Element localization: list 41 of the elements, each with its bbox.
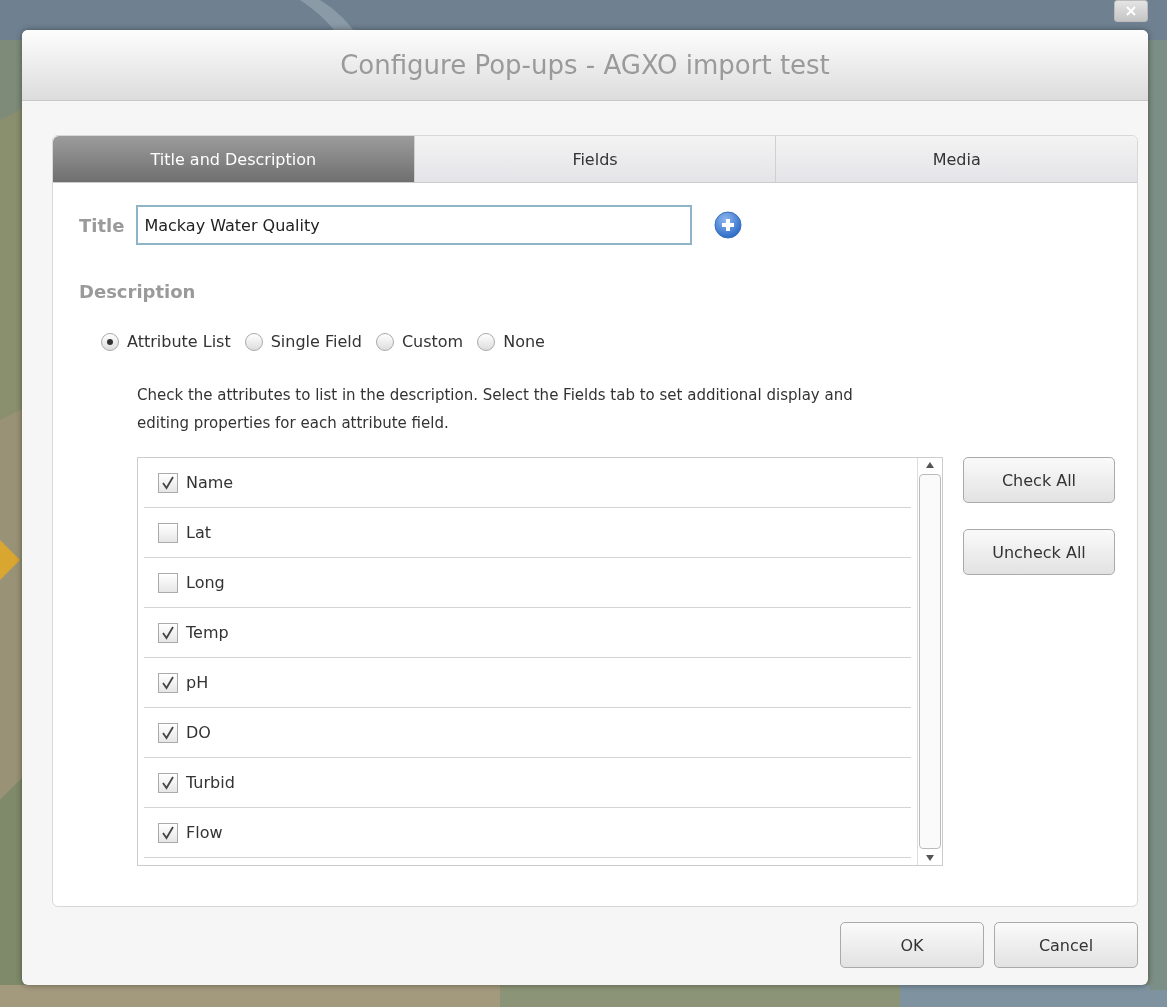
checkbox[interactable] (158, 772, 178, 793)
attribute-name[interactable]: pH (186, 673, 209, 692)
attribute-name[interactable]: Turbid (186, 773, 235, 792)
checkbox[interactable] (158, 472, 178, 493)
window-title: Configure Pop-ups - AGXO import test (340, 50, 830, 80)
checkbox[interactable] (158, 672, 178, 693)
list-button[interactable]: Uncheck All (963, 529, 1115, 575)
checkbox[interactable] (158, 522, 178, 543)
checkbox[interactable] (158, 722, 178, 743)
radio-button[interactable] (375, 332, 394, 351)
radio-button[interactable] (101, 332, 119, 351)
title-label: Title (79, 214, 125, 236)
checkbox[interactable] (158, 572, 178, 593)
dialog-button[interactable]: Cancel (994, 922, 1138, 968)
radio-label[interactable]: None (503, 332, 545, 351)
close-icon (1126, 6, 1136, 16)
scrollbar[interactable] (917, 458, 942, 865)
radio-label[interactable]: Single Field (270, 332, 362, 351)
description-label: Description (79, 281, 197, 302)
list-button[interactable]: Check All (963, 457, 1115, 503)
tab[interactable]: Fields (414, 136, 777, 182)
add-icon[interactable] (714, 211, 743, 239)
tab[interactable]: Media (776, 136, 1137, 182)
scroll-down-icon[interactable] (926, 855, 934, 861)
tab[interactable]: Title and Description (53, 136, 415, 182)
checkbox[interactable] (158, 822, 178, 843)
radio-button[interactable] (244, 332, 263, 351)
radio-label[interactable]: Attribute List (127, 332, 231, 351)
title-field[interactable]: Mackay Water Quality (136, 205, 693, 245)
radio-button[interactable] (477, 332, 496, 351)
checkbox[interactable] (158, 622, 178, 643)
attribute-name[interactable]: Lat (186, 523, 211, 542)
dialog-button[interactable]: OK (840, 922, 984, 968)
help-text: Check the attributes to list in the description. Select the Fields tab to set additional display and editing properties for each attribute field. (137, 385, 854, 434)
attribute-name[interactable]: Temp (186, 623, 229, 642)
scroll-up-icon[interactable] (926, 462, 934, 468)
attribute-name[interactable]: Flow (186, 823, 223, 842)
attribute-name[interactable]: Name (186, 473, 234, 492)
radio-label[interactable]: Custom (401, 332, 464, 351)
attribute-name[interactable]: Long (186, 573, 225, 592)
attribute-name[interactable]: DO (186, 723, 211, 742)
